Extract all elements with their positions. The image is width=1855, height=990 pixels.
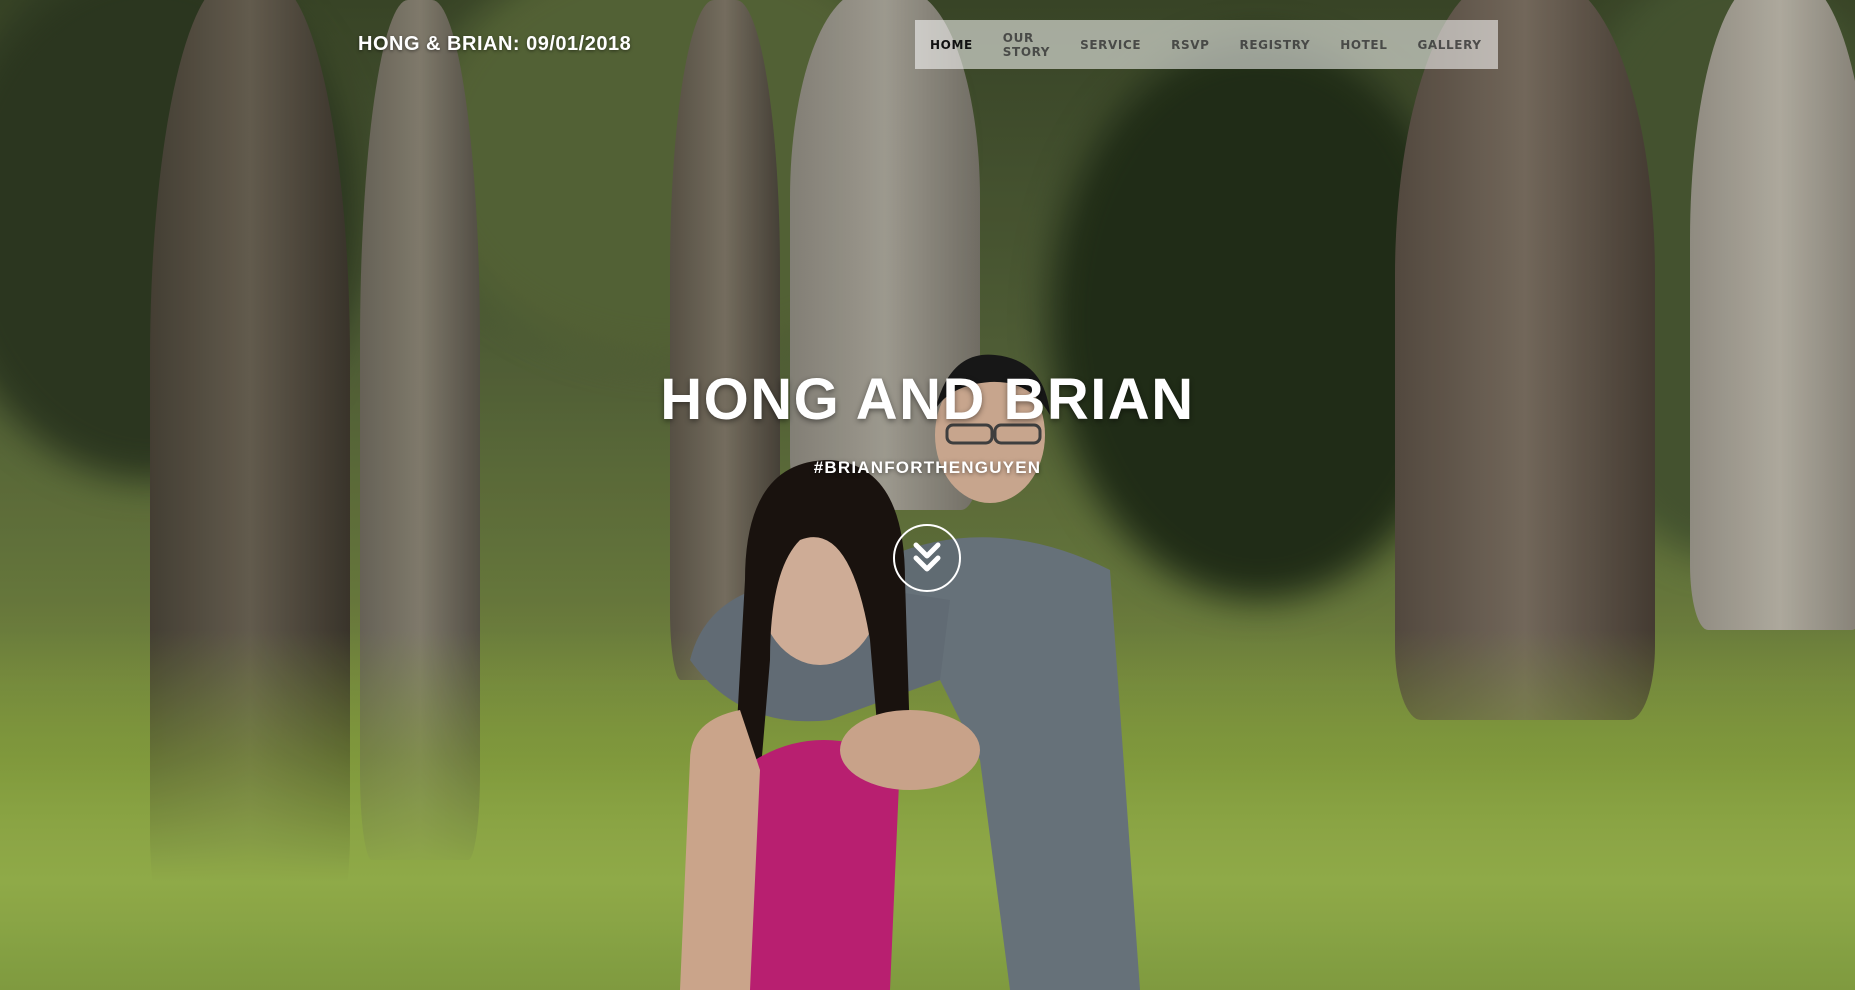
chevron-double-down-icon <box>913 542 941 572</box>
nav-gallery[interactable]: GALLERY <box>1417 38 1481 52</box>
hero-title: HONG AND BRIAN <box>660 367 1195 432</box>
hero-background-photo <box>0 0 1855 990</box>
brand-link[interactable]: HONG & BRIAN: 09/01/2018 <box>358 33 631 56</box>
nav-hotel[interactable]: HOTEL <box>1340 38 1387 52</box>
nav-our-story[interactable]: OUR STORY <box>1003 31 1050 59</box>
main-navbar: HOME OUR STORY SERVICE RSVP REGISTRY HOT… <box>915 20 1498 69</box>
nav-registry[interactable]: REGISTRY <box>1240 38 1311 52</box>
scroll-down-button[interactable] <box>893 524 961 592</box>
nav-service[interactable]: SERVICE <box>1080 38 1141 52</box>
nav-rsvp[interactable]: RSVP <box>1171 38 1209 52</box>
dark-overlay <box>0 0 1855 990</box>
hero-subtitle: #BRIANFORTHENGUYEN <box>813 458 1042 477</box>
nav-home[interactable]: HOME <box>930 38 973 52</box>
